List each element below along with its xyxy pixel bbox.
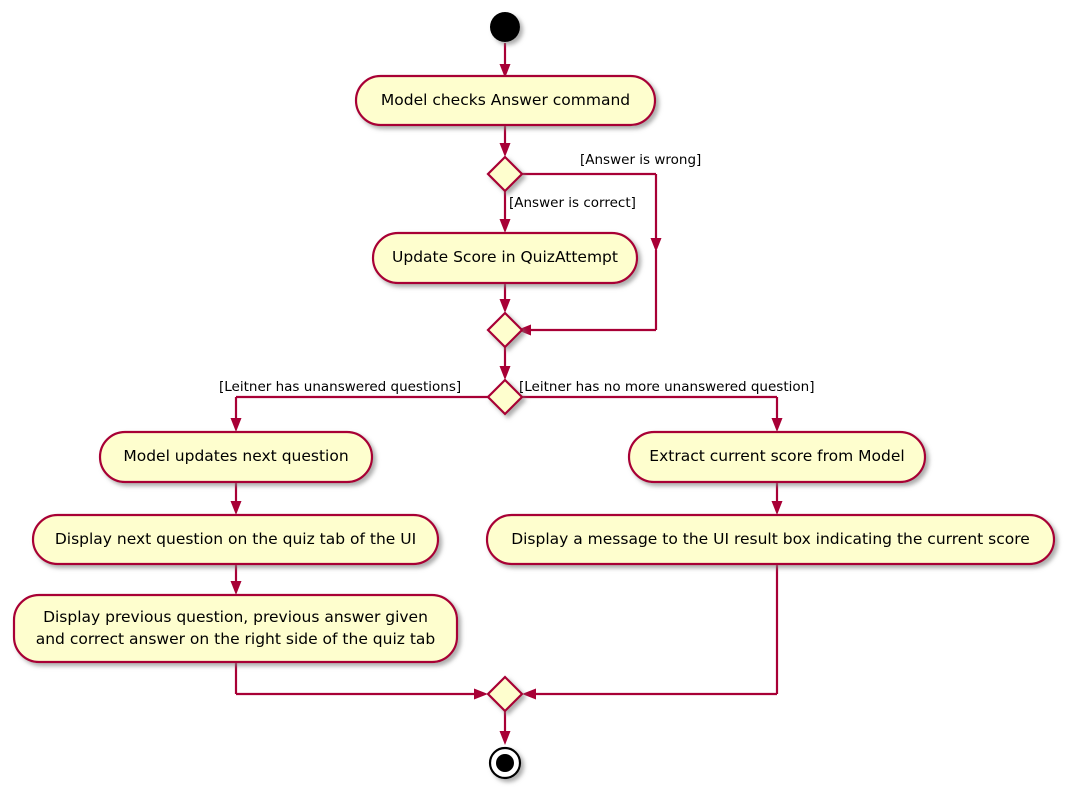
activity-extract-current-score [627,430,927,484]
merge-final [486,675,524,713]
edge-start-to-check [499,43,511,78]
edge-leitner-right [522,395,783,432]
activity-model-updates-next-question [98,430,374,484]
activity-diagram: Model checks Answer command Update Score… [0,0,1078,794]
diagram-canvas [12,12,1056,780]
merge-answer-branches [486,311,524,349]
edge-update-to-merge [499,283,511,313]
activity-display-next-question [31,513,440,566]
edge-merge-to-leitner [499,347,511,380]
activity-display-previous-question [12,593,459,664]
activity-display-score-message [485,513,1056,566]
decision-leitner-questions [486,378,524,416]
edge-leitner-left [230,395,488,432]
decision-answer [486,155,524,193]
edge-display-to-prev [230,564,242,595]
edge-extract-to-message [771,482,783,515]
edge-correct-to-update [499,191,511,233]
edge-message-to-final-merge [522,564,779,700]
edge-check-to-decision [499,125,511,157]
edge-merge-to-end [499,711,511,745]
edge-prev-to-final-merge [234,662,488,700]
end-node [488,746,522,780]
activity-model-checks-answer-command [354,74,657,127]
activity-update-score [371,231,639,285]
edge-next-to-display [230,482,242,515]
start-node [490,12,520,42]
